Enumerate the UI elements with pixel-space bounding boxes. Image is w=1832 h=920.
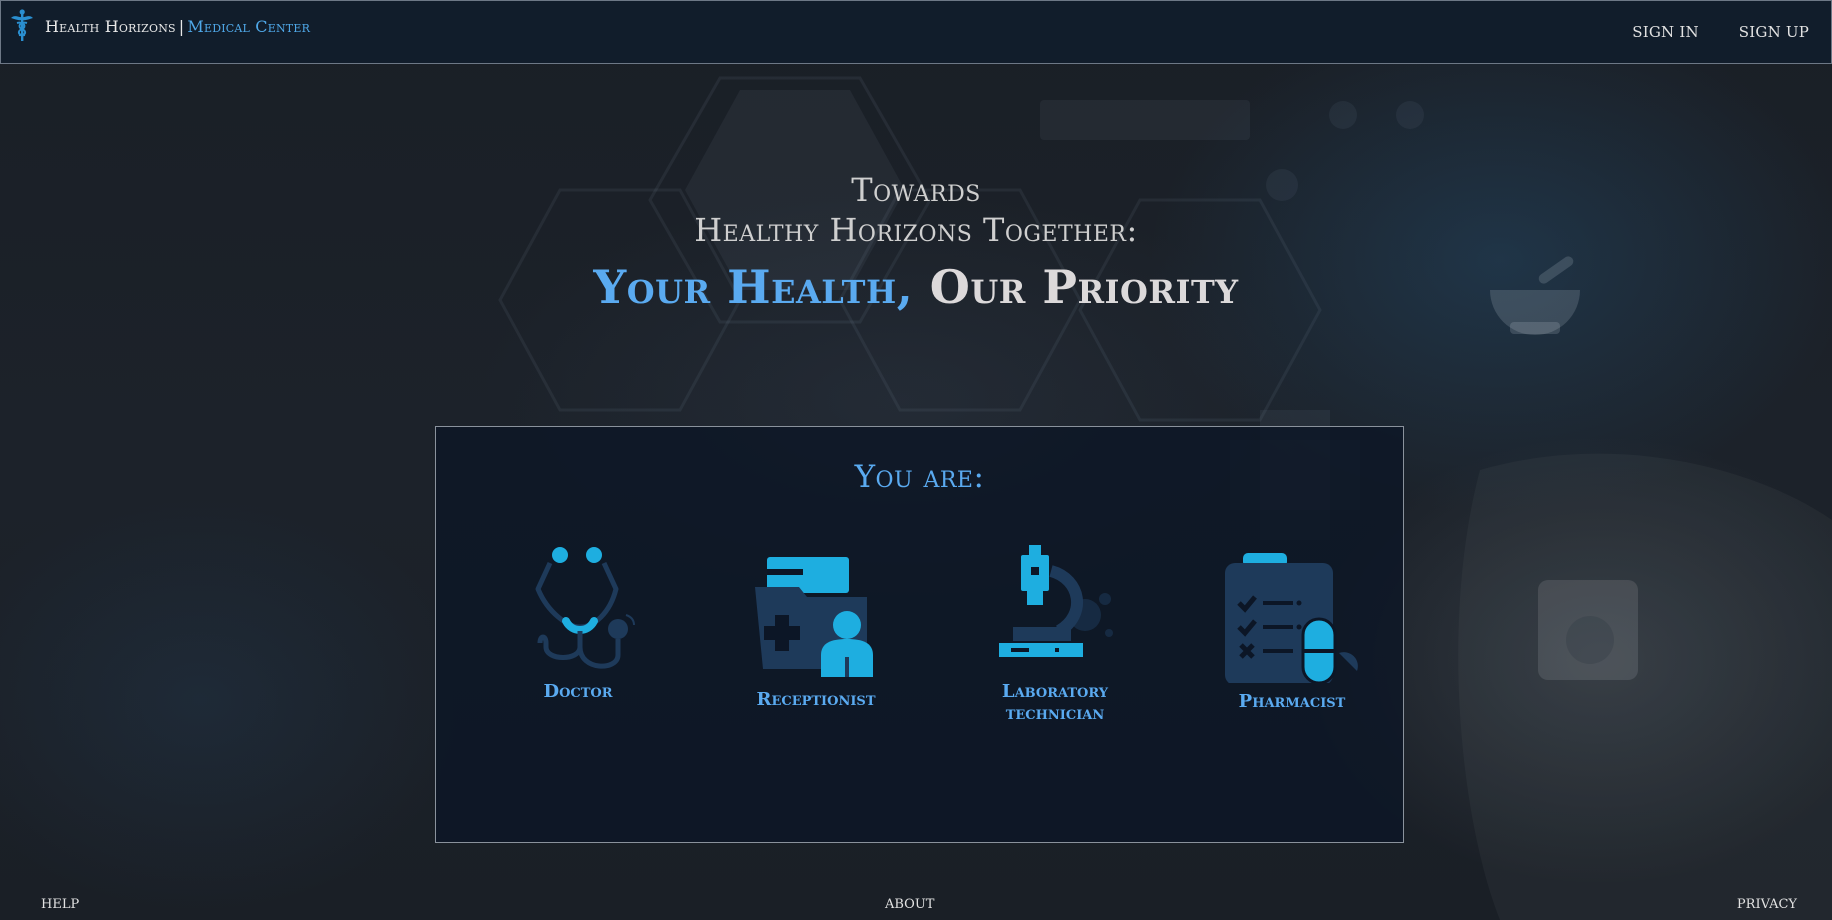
role-pharmacist[interactable]: Pharmacist: [1192, 553, 1392, 713]
privacy-link[interactable]: PRIVACY: [1737, 897, 1797, 912]
role-pharmacist-label: Pharmacist: [1238, 691, 1346, 712]
role-laboratory-technician[interactable]: Laboratory technician: [955, 543, 1155, 725]
microscope-icon: [999, 545, 1113, 657]
role-selection-panel: You are: Doctor Receptionist Laboratory …: [435, 426, 1404, 843]
role-lab-label-line1: Laboratory: [1001, 681, 1109, 702]
role-doctor[interactable]: Doctor: [478, 543, 678, 703]
brand[interactable]: Health Horizons | Medical Center: [9, 9, 310, 43]
auth-nav: SIGN IN SIGN UP: [1612, 1, 1831, 63]
hero-line-1: Towards: [851, 171, 981, 209]
role-laboratory-technician-label: Laboratory technician: [955, 681, 1155, 725]
prescription-clipboard-icon: [1225, 553, 1358, 683]
help-link[interactable]: HELP: [41, 897, 79, 912]
about-link[interactable]: ABOUT: [885, 897, 934, 912]
brand-subtitle: Medical Center: [187, 16, 311, 36]
hero-headline: Your Health, Our Priority: [0, 256, 1832, 318]
hero-headline-rest: Our Priority: [929, 260, 1239, 314]
caduceus-logo-icon: [11, 9, 33, 41]
role-receptionist[interactable]: Receptionist: [716, 553, 916, 711]
role-lab-label-line2: technician: [1005, 703, 1105, 724]
hero-section: Towards Healthy Horizons Together: Your …: [0, 170, 1832, 318]
brand-text: Health Horizons | Medical Center: [45, 17, 310, 36]
brand-separator: |: [178, 16, 185, 36]
role-receptionist-label: Receptionist: [756, 689, 876, 710]
role-panel-title: You are:: [854, 459, 985, 495]
stethoscope-icon: [535, 547, 635, 669]
medical-records-icon: [755, 557, 873, 677]
sign-up-link[interactable]: SIGN UP: [1719, 23, 1831, 41]
hero-headline-accent: Your Health,: [593, 260, 914, 314]
brand-name: Health Horizons: [45, 16, 176, 36]
sign-in-link[interactable]: SIGN IN: [1612, 23, 1719, 41]
hero-line-2: Healthy Horizons Together:: [694, 211, 1138, 249]
role-doctor-label: Doctor: [543, 681, 613, 702]
top-navbar: Health Horizons | Medical Center SIGN IN S…: [0, 0, 1832, 64]
